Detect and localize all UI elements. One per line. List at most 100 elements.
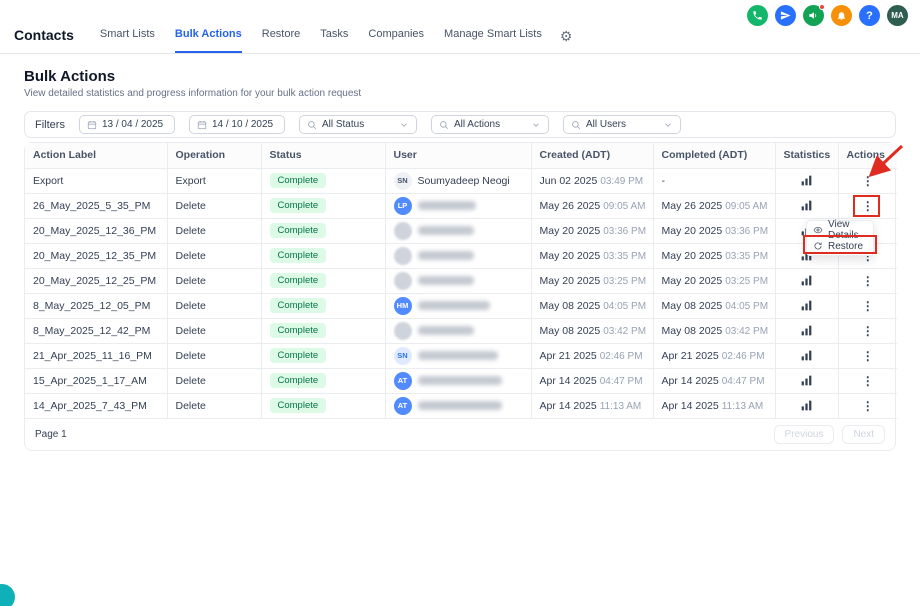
operation: Export: [167, 168, 261, 193]
statistics-chart-icon[interactable]: [784, 349, 830, 362]
row-actions-button[interactable]: ⋮: [847, 324, 890, 338]
created-cell: May 26 202509:05 AM: [531, 193, 653, 218]
avatar: [394, 322, 412, 340]
status-filter-value: All Status: [322, 119, 394, 130]
row-actions-button[interactable]: ⋮: [847, 399, 890, 413]
avatar: AT: [394, 397, 412, 415]
created-cell: Apr 14 202504:47 PM: [531, 368, 653, 393]
completed-date: May 20 2025: [662, 250, 723, 262]
statistics-chart-icon[interactable]: [784, 374, 830, 387]
launch-icon[interactable]: [775, 5, 796, 26]
completed-date: Apr 14 2025: [662, 400, 719, 412]
tab-bulk-actions[interactable]: Bulk Actions: [175, 28, 242, 53]
actions-filter-select[interactable]: All Actions: [431, 115, 549, 134]
statistics-cell: [775, 168, 838, 193]
user-name: [418, 301, 490, 310]
operation: Delete: [167, 218, 261, 243]
created-cell: Jun 02 202503:49 PM: [531, 168, 653, 193]
chevron-down-icon: [399, 120, 409, 130]
date-from-value: 13 / 04 / 2025: [102, 119, 163, 130]
topbar-icon-cluster: ? MA: [747, 5, 908, 26]
date-from-input[interactable]: 13 / 04 / 2025: [79, 115, 175, 134]
row-actions-button[interactable]: ⋮: [847, 349, 890, 363]
phone-icon[interactable]: [747, 5, 768, 26]
col-completed: Completed (ADT): [653, 143, 775, 168]
completed-cell: May 26 202509:05 AM: [653, 193, 775, 218]
date-to-input[interactable]: 14 / 10 / 2025: [189, 115, 285, 134]
search-icon: [307, 120, 317, 130]
completed-time: 03:36 PM: [725, 226, 768, 237]
tab-smart-lists[interactable]: Smart Lists: [100, 28, 155, 53]
statistics-cell: [775, 293, 838, 318]
completed-time: 02:46 PM: [722, 351, 765, 362]
menu-item-restore[interactable]: Restore: [808, 238, 872, 254]
created-time: 03:42 PM: [603, 326, 646, 337]
user-cell: AT: [385, 368, 531, 393]
avatar: HM: [394, 297, 412, 315]
created-date: May 08 2025: [540, 300, 601, 312]
statistics-chart-icon[interactable]: [784, 399, 830, 412]
completed-date: Apr 14 2025: [662, 375, 719, 387]
operation: Delete: [167, 268, 261, 293]
action-label: 20_May_2025_12_25_PM: [25, 268, 167, 293]
statistics-chart-icon[interactable]: [784, 299, 830, 312]
announcements-icon[interactable]: [803, 5, 824, 26]
completed-time: 03:25 PM: [725, 276, 768, 287]
actions-cell: ⋮: [838, 168, 897, 193]
help-icon[interactable]: ?: [859, 5, 880, 26]
created-time: 03:25 PM: [603, 276, 646, 287]
operation: Delete: [167, 368, 261, 393]
calendar-icon: [87, 120, 97, 130]
statistics-chart-icon[interactable]: [784, 274, 830, 287]
status-badge: Complete: [270, 348, 327, 363]
user-avatar[interactable]: MA: [887, 5, 908, 26]
bell-icon[interactable]: [831, 5, 852, 26]
tab-restore[interactable]: Restore: [262, 28, 301, 53]
chat-widget-button[interactable]: [0, 584, 15, 606]
row-actions-button[interactable]: ⋮: [847, 174, 890, 188]
completed-time: 09:05 AM: [725, 201, 767, 212]
tab-manage-smart-lists[interactable]: Manage Smart Lists: [444, 28, 542, 53]
page-indicator: Page 1: [35, 429, 67, 440]
tab-tasks[interactable]: Tasks: [320, 28, 348, 53]
col-user: User: [385, 143, 531, 168]
actions-cell: ⋮: [838, 393, 897, 418]
action-label: 20_May_2025_12_36_PM: [25, 218, 167, 243]
table-row: 15_Apr_2025_1_17_AM Delete Complete AT A…: [25, 368, 897, 393]
settings-gear-icon[interactable]: ⚙: [560, 28, 573, 53]
main-content: Bulk Actions View detailed statistics an…: [0, 54, 920, 451]
status-badge: Complete: [270, 223, 327, 238]
col-operation: Operation: [167, 143, 261, 168]
row-actions-button[interactable]: ⋮: [847, 274, 890, 288]
users-filter-select[interactable]: All Users: [563, 115, 681, 134]
menu-item-view-details[interactable]: View Details: [808, 222, 872, 238]
avatar: AT: [394, 372, 412, 390]
status-cell: Complete: [261, 268, 385, 293]
page-title: Bulk Actions: [24, 68, 896, 85]
tab-companies[interactable]: Companies: [368, 28, 424, 53]
page-section-title: Contacts: [14, 27, 74, 53]
eye-icon: [813, 225, 823, 235]
status-filter-select[interactable]: All Status: [299, 115, 417, 134]
statistics-chart-icon[interactable]: [784, 199, 830, 212]
row-actions-button[interactable]: ⋮: [847, 299, 890, 313]
action-label: Export: [25, 168, 167, 193]
user-name: [418, 401, 502, 410]
status-cell: Complete: [261, 218, 385, 243]
row-actions-button[interactable]: ⋮: [847, 199, 890, 213]
bulk-actions-table: Action Label Operation Status User Creat…: [24, 142, 896, 451]
menu-item-label: Restore: [828, 241, 863, 252]
created-time: 04:05 PM: [603, 301, 646, 312]
created-time: 03:35 PM: [603, 251, 646, 262]
row-actions-button[interactable]: ⋮: [847, 374, 890, 388]
statistics-chart-icon[interactable]: [784, 324, 830, 337]
actions-filter-value: All Actions: [454, 119, 526, 130]
previous-page-button[interactable]: Previous: [774, 425, 835, 444]
action-label: 8_May_2025_12_05_PM: [25, 293, 167, 318]
statistics-chart-icon[interactable]: [784, 174, 830, 187]
col-action-label: Action Label: [25, 143, 167, 168]
col-actions: Actions: [838, 143, 897, 168]
created-cell: May 20 202503:36 PM: [531, 218, 653, 243]
next-page-button[interactable]: Next: [842, 425, 885, 444]
table-row: 26_May_2025_5_35_PM Delete Complete LP M…: [25, 193, 897, 218]
